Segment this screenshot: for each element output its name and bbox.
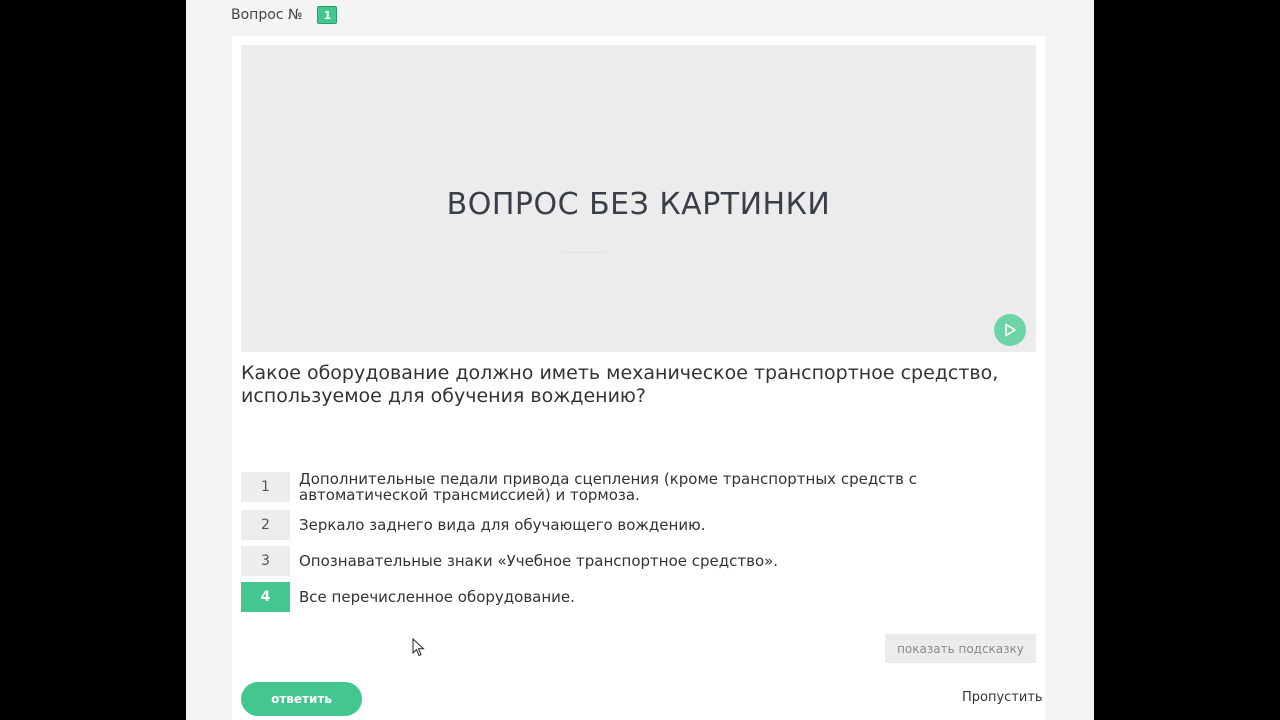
skip-link[interactable]: Пропустить <box>962 690 1043 705</box>
question-text: Какое оборудование должно иметь механиче… <box>241 362 999 407</box>
answer-text[interactable]: Зеркало заднего вида для обучающего вожд… <box>299 517 705 533</box>
divider <box>563 252 605 253</box>
answer-option-1[interactable]: 1 Дополнительные педали привода сцеплени… <box>241 471 1031 503</box>
answer-number[interactable]: 1 <box>241 472 290 502</box>
answer-number[interactable]: 2 <box>241 510 290 540</box>
answer-option-3[interactable]: 3 Опознавательные знаки «Учебное транспо… <box>241 546 1031 576</box>
question-number-badge[interactable]: 1 <box>317 6 338 24</box>
answer-text[interactable]: Опознавательные знаки «Учебное транспорт… <box>299 553 778 569</box>
test-page: Вопрос № 1 ВОПРОС БЕЗ КАРТИНКИ Какое обо… <box>186 0 1094 720</box>
answer-number[interactable]: 3 <box>241 546 290 576</box>
no-image-placeholder-text: ВОПРОС БЕЗ КАРТИНКИ <box>446 187 831 222</box>
question-image-area: ВОПРОС БЕЗ КАРТИНКИ <box>241 45 1036 352</box>
answer-text[interactable]: Дополнительные педали привода сцепления … <box>299 471 1031 503</box>
answer-option-2[interactable]: 2 Зеркало заднего вида для обучающего во… <box>241 510 1031 540</box>
play-button[interactable] <box>994 314 1026 346</box>
play-icon <box>1005 323 1016 337</box>
submit-answer-button[interactable]: ответить <box>241 682 362 716</box>
question-number-label: Вопрос № <box>231 7 303 23</box>
answer-option-4[interactable]: 4 Все перечисленное оборудование. <box>241 582 1031 612</box>
answer-number-selected[interactable]: 4 <box>241 582 290 612</box>
show-hint-button[interactable]: показать подсказку <box>885 634 1036 663</box>
question-card: ВОПРОС БЕЗ КАРТИНКИ Какое оборудование д… <box>232 36 1045 720</box>
question-number-row: Вопрос № 1 <box>231 6 338 24</box>
mouse-cursor-icon <box>412 638 425 657</box>
answer-text[interactable]: Все перечисленное оборудование. <box>299 589 575 605</box>
